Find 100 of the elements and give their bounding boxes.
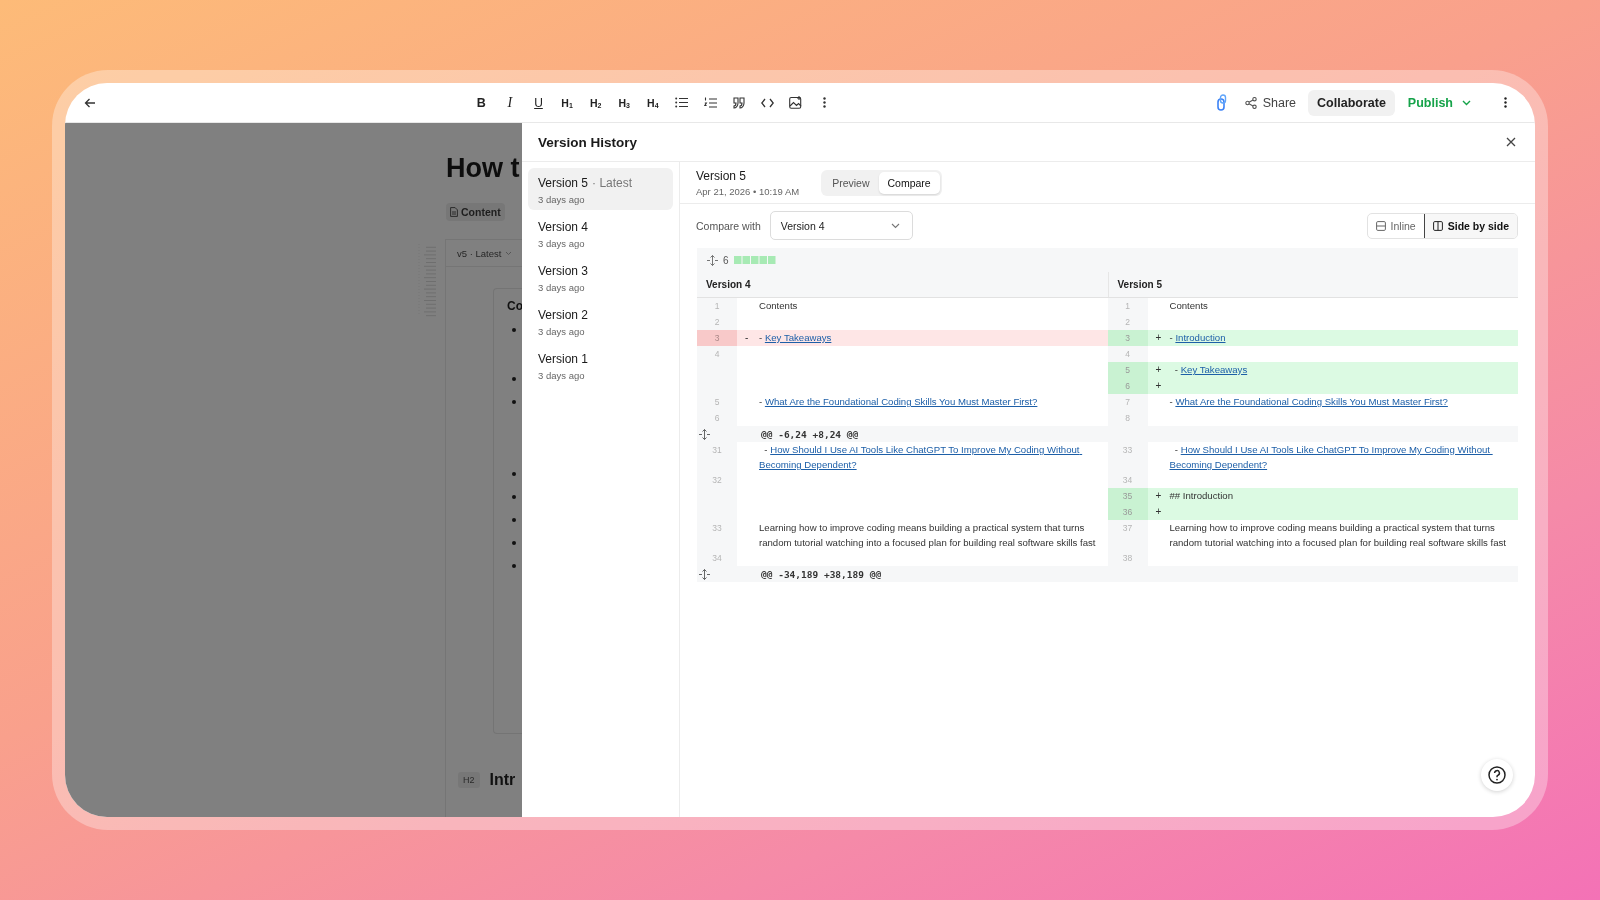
more-icon — [822, 97, 826, 108]
line-number: 34 — [1122, 475, 1133, 485]
help-button[interactable] — [1481, 759, 1513, 791]
line-number: 3 — [1125, 333, 1130, 343]
columns-icon — [1432, 220, 1443, 231]
heading-button[interactable]: H$_{2}$ — [581, 91, 610, 114]
change-sign: + — [1155, 380, 1162, 391]
version-date: Apr 21, 2026 • 10:19 AM — [696, 185, 800, 197]
chevron-icon — [890, 222, 900, 229]
help-icon — [1488, 766, 1506, 784]
hunk-range: @@ -6,24 +8,24 @@ — [761, 427, 859, 442]
expand-icon — [699, 428, 710, 440]
line-number: 31 — [712, 445, 722, 455]
version-time: 3 days ago — [538, 194, 586, 205]
version-item[interactable]: Version 2 3 days ago — [528, 300, 673, 342]
version-title: Version 3 — [538, 264, 589, 278]
image-icon — [789, 96, 803, 109]
bullet-icon — [512, 328, 516, 332]
change-sign: - — [745, 332, 749, 343]
version-time: 3 days ago — [538, 326, 586, 337]
line-text: - What Are the Foundational Coding Skills You Must Master First? — [759, 394, 1106, 409]
change-sign: + — [1155, 332, 1162, 343]
card-heading: Co — [507, 299, 522, 313]
line-number: 33 — [712, 523, 722, 533]
version-title: Version 2 — [538, 308, 589, 322]
heading-button[interactable]: H$_{1}$ — [552, 91, 582, 114]
line-number: 2 — [1125, 317, 1130, 327]
share-button[interactable]: Share — [1244, 95, 1297, 110]
close-icon — [1506, 137, 1516, 147]
more-icon — [1503, 97, 1507, 108]
version-time: 3 days ago — [538, 370, 586, 381]
link-icon — [1216, 94, 1227, 111]
line-text: Contents — [1169, 299, 1209, 313]
mode-tab[interactable]: Preview — [823, 171, 879, 194]
expand-icon — [699, 568, 710, 580]
version-title: Version 1 — [538, 352, 589, 366]
line-number: 35 — [1122, 491, 1133, 501]
line-number: 7 — [1125, 397, 1130, 407]
bullet-icon — [512, 377, 516, 381]
document-icon — [450, 207, 458, 217]
italic-button[interactable]: I — [495, 91, 525, 114]
line-text: ## Introduction — [1169, 489, 1234, 503]
line-number: 32 — [712, 475, 722, 485]
line-text: Learning how to improve coding means building a practical system that turns random tutorial watching into a focused plan for building real software skills fast — [759, 521, 1097, 550]
collaborate-button[interactable]: Collaborate — [1308, 89, 1395, 116]
layout-tab[interactable]: Side by side — [1423, 213, 1517, 238]
line-text: - How Should I Use AI Tools Like ChatGPT To Improve My Coding Without Becoming Dependent? — [759, 442, 1106, 472]
compare-dropdown[interactable]: Version 4 — [769, 211, 913, 240]
version-title: Version 5 — [696, 168, 748, 183]
line-number: 36 — [1122, 507, 1133, 517]
version-title: Version 4 — [538, 220, 589, 234]
line-text: - What Are the Foundational Coding Skills You Must Master First? — [1169, 394, 1516, 409]
column-header: Version 5 — [1107, 272, 1518, 297]
back-arrow-icon — [84, 96, 96, 109]
code-icon — [760, 97, 774, 108]
line-text: - How Should I Use AI Tools Like ChatGPT To Improve My Coding Without Becoming Dependent? — [1169, 442, 1516, 472]
bullet-icon — [512, 472, 516, 476]
line-text: - Key Takeaways — [1169, 362, 1516, 377]
mode-tab[interactable]: Compare — [878, 171, 940, 194]
change-sign: + — [1155, 364, 1162, 375]
version-item[interactable]: Version 1 3 days ago — [528, 344, 673, 386]
heading-button[interactable]: H$_{3}$ — [609, 91, 639, 114]
line-text: Learning how to improve coding means building a practical system that turns random tutorial watching into a focused plan for building real software skills fast — [1169, 521, 1507, 550]
line-text: Contents — [759, 299, 799, 313]
version-time: 3 days ago — [538, 238, 586, 249]
line-number: 1 — [714, 301, 720, 311]
line-text: - Introduction — [1169, 330, 1516, 345]
line-number: 34 — [712, 553, 722, 563]
underline-button[interactable]: U — [524, 91, 553, 114]
bullet-icon — [512, 564, 516, 568]
section-heading: Intr — [489, 771, 516, 789]
column-header: Version 4 — [705, 278, 752, 292]
latest-label: · Latest — [592, 176, 633, 190]
version-time: 3 days ago — [538, 282, 586, 293]
bullet-icon — [512, 518, 516, 522]
compare-label: Compare with — [696, 219, 761, 232]
bold-button[interactable]: B — [467, 91, 496, 114]
version-item[interactable]: Version 5 · Latest 3 days ago — [528, 168, 673, 210]
line-number: 6 — [714, 413, 720, 423]
line-number: 5 — [714, 397, 720, 407]
line-number: 3 — [714, 333, 720, 343]
content-tab[interactable]: Content — [446, 203, 505, 221]
line-number: 1 — [1125, 301, 1130, 311]
bullet-list-icon — [674, 97, 688, 108]
line-number: 33 — [1122, 445, 1133, 455]
heading-tag: H2 — [458, 772, 480, 788]
line-number: 5 — [1125, 365, 1130, 375]
layout-tab[interactable]: Inline — [1367, 213, 1424, 238]
bullet-icon — [512, 495, 516, 499]
heading-button[interactable]: H$_{4}$ — [638, 91, 668, 114]
panel-title: Version History — [538, 134, 638, 150]
version-item[interactable]: Version 3 3 days ago — [528, 256, 673, 298]
change-sign: + — [1155, 490, 1162, 501]
version-dropdown[interactable]: v5 · Latest — [446, 240, 522, 267]
bullet-icon — [512, 400, 516, 404]
line-number: 37 — [1122, 523, 1133, 533]
document-title: How t — [446, 153, 521, 185]
line-number: 6 — [1125, 381, 1130, 391]
version-item[interactable]: Version 4 3 days ago — [528, 212, 673, 254]
numbered-list-icon — [703, 96, 717, 109]
